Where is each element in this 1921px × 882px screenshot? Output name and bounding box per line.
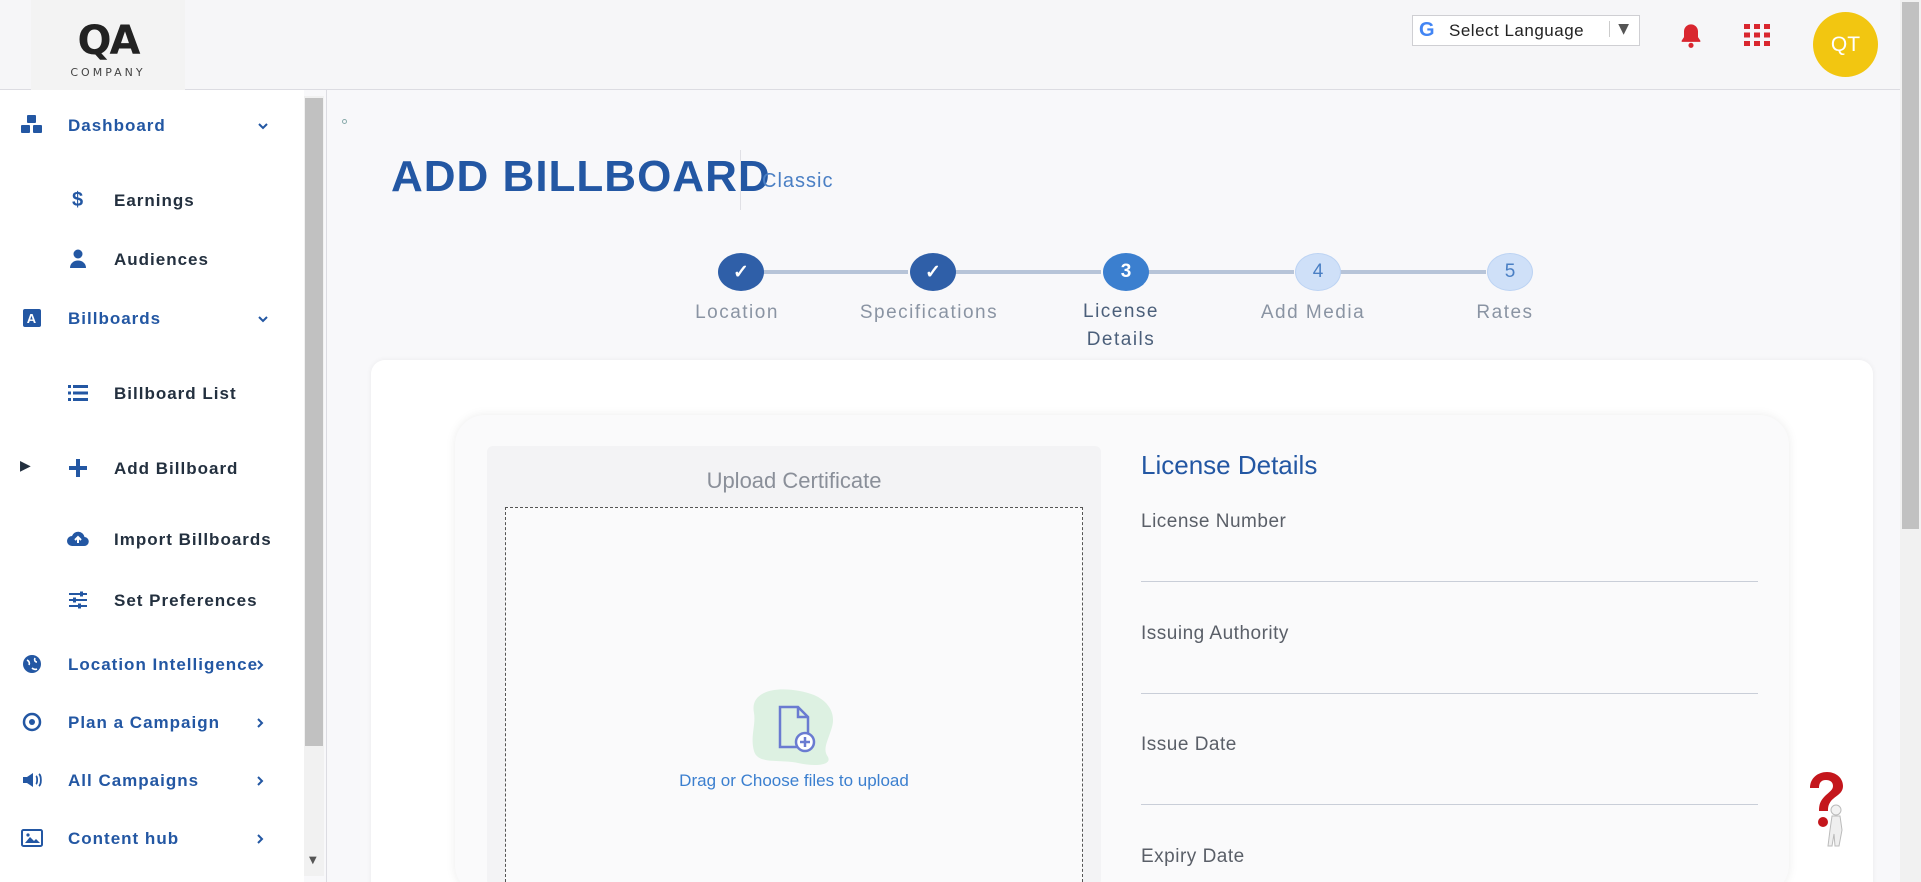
list-icon (68, 385, 88, 401)
sidebar-item-label: Audiences (114, 250, 209, 269)
sidebar-item-label: Plan a Campaign (68, 713, 220, 732)
step-2-marker[interactable]: ✓ (910, 253, 956, 291)
sidebar-divider (326, 90, 327, 882)
step-3-label-line1: License (1083, 301, 1159, 322)
notification-bell-icon[interactable] (1677, 22, 1705, 50)
stepper-connector (1126, 270, 1294, 274)
logo-subtitle: COMPANY (70, 66, 146, 79)
sidebar-item-audiences[interactable]: Audiences (66, 247, 286, 273)
svg-text:A: A (27, 311, 37, 326)
step-2-label: Specifications (859, 302, 999, 323)
cloud-upload-icon (67, 531, 89, 547)
step-5-marker[interactable]: 5 (1487, 253, 1533, 291)
sidebar-item-set-preferences[interactable]: Set Preferences (66, 588, 286, 614)
stepper-connector (1318, 270, 1486, 274)
upload-instructions[interactable]: Drag or Choose files to upload (505, 771, 1083, 791)
chevron-down-icon (258, 123, 268, 130)
license-number-input[interactable] (1141, 546, 1758, 582)
top-header: QA COMPANY G Select Language ▼ QT (0, 0, 1900, 107)
chevron-right-icon (257, 718, 264, 728)
apps-grid-icon[interactable] (1744, 24, 1770, 46)
step-4-label: Add Media (1260, 302, 1366, 323)
sliders-icon (69, 591, 87, 609)
chevron-right-icon (257, 776, 264, 786)
google-icon: G (1419, 19, 1435, 41)
logo-text: QA (77, 18, 141, 64)
upload-title: Upload Certificate (706, 468, 882, 493)
sidebar-item-label: Location Intelligence (68, 655, 259, 674)
help-question-icon[interactable] (1800, 770, 1850, 848)
stepper-connector (933, 270, 1101, 274)
sidebar-item-content-hub[interactable]: Content hub (20, 826, 280, 852)
issue-date-label: Issue Date (1141, 734, 1237, 755)
step-4-marker[interactable]: 4 (1295, 253, 1341, 291)
file-add-icon[interactable] (750, 687, 836, 767)
sidebar-item-label: Billboard List (114, 384, 237, 403)
sidebar-item-label: Billboards (68, 309, 162, 328)
sidebar-item-all-campaigns[interactable]: All Campaigns (20, 768, 280, 794)
sidebar-item-label: Import Billboards (114, 530, 272, 549)
issue-date-input[interactable] (1141, 769, 1758, 805)
caret-right-icon: ▶ (20, 458, 31, 474)
image-icon (21, 829, 43, 847)
sidebar-item-label: All Campaigns (68, 771, 200, 790)
sidebar-item-billboards[interactable]: A Billboards (20, 306, 280, 332)
step-5-label: Rates (1476, 302, 1534, 323)
step-3-label: License Details (1031, 298, 1211, 354)
loader-dot (342, 119, 347, 124)
user-icon (70, 249, 86, 268)
sidebar-item-label: Dashboard (68, 116, 166, 135)
step-1-marker[interactable]: ✓ (718, 253, 764, 291)
sidebar-item-label: Earnings (114, 191, 195, 210)
language-selector[interactable]: G Select Language ▼ (1412, 15, 1640, 46)
license-details-title: License Details (1141, 450, 1318, 480)
scroll-down-arrow-icon[interactable]: ▼ (309, 855, 317, 866)
user-avatar[interactable]: QT (1813, 12, 1878, 77)
cubes-icon (21, 115, 42, 133)
sidebar-item-dashboard[interactable]: Dashboard (20, 113, 280, 139)
sidebar-item-import-billboards[interactable]: Import Billboards (66, 527, 296, 553)
billboard-icon: A (23, 309, 41, 327)
step-1-label: Location (695, 302, 779, 323)
stepper-connector (741, 270, 908, 274)
sidebar-item-location-intelligence[interactable]: Location Intelligence (20, 652, 280, 678)
sidebar-item-label: Set Preferences (114, 591, 258, 610)
page-scrollbar-thumb[interactable] (1902, 2, 1919, 529)
step-3-marker[interactable]: 3 (1103, 253, 1149, 291)
license-number-label: License Number (1141, 511, 1287, 532)
target-icon (22, 712, 42, 732)
title-separator (740, 150, 741, 210)
dropdown-arrow-icon: ▼ (1609, 21, 1629, 37)
sidebar-item-billboard-list[interactable]: Billboard List (66, 381, 286, 407)
issuing-authority-label: Issuing Authority (1141, 623, 1289, 644)
chevron-right-icon (257, 834, 264, 844)
globe-icon (23, 655, 41, 673)
page-subtitle: Classic (762, 170, 834, 192)
language-selector-label: Select Language (1449, 20, 1585, 40)
sidebar-item-plan-a-campaign[interactable]: Plan a Campaign (20, 710, 280, 736)
sidebar-scrollbar-thumb[interactable] (305, 98, 323, 746)
page-title: ADD BILLBOARD (391, 152, 771, 201)
dollar-icon: $ (71, 188, 85, 211)
chevron-right-icon (257, 660, 264, 670)
megaphone-icon (23, 773, 42, 787)
sidebar-item-label: Add Billboard (114, 459, 239, 478)
step-3-label-line2: Details (1086, 329, 1156, 350)
issuing-authority-input[interactable] (1141, 658, 1758, 694)
sidebar-item-earnings[interactable]: $ Earnings (66, 188, 286, 214)
expiry-date-label: Expiry Date (1141, 846, 1245, 867)
sidebar-item-label: Content hub (68, 829, 180, 848)
plus-icon (69, 459, 87, 477)
chevron-down-icon (258, 316, 268, 323)
sidebar-item-add-billboard[interactable]: Add Billboard (66, 456, 286, 482)
